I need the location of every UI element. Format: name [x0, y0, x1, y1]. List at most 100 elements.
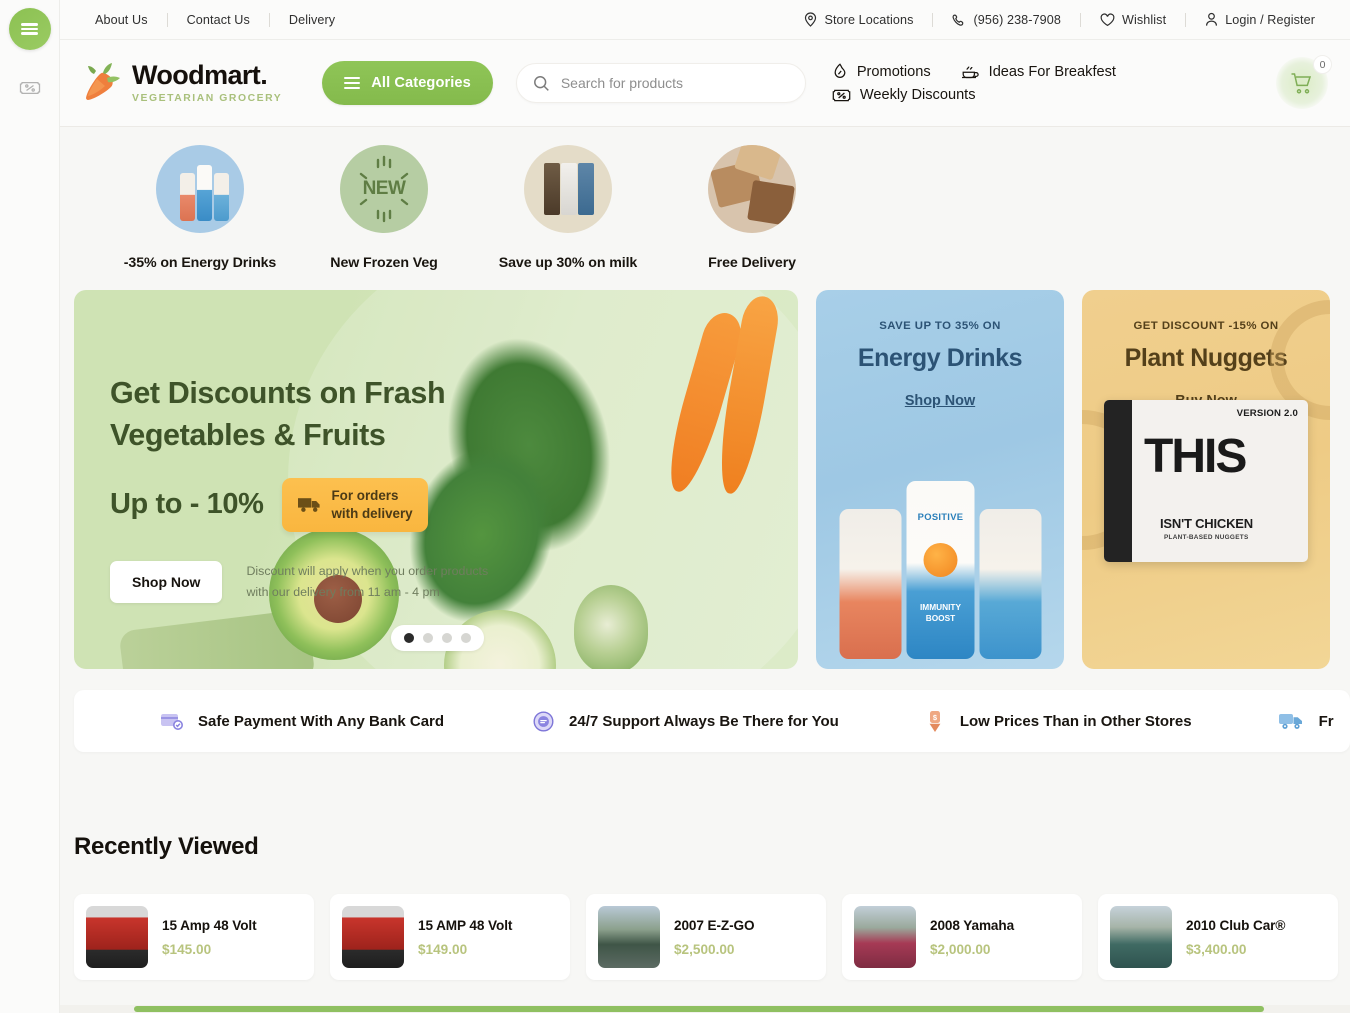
topbar-link-wishlist[interactable]: Wishlist — [1081, 13, 1185, 27]
pack-version-text: VERSION 2.0 — [1236, 408, 1298, 419]
hamburger-icon — [344, 75, 361, 92]
truck-icon — [297, 495, 322, 514]
product-name: 2008 Yamaha — [930, 917, 1015, 933]
carousel-dot-2[interactable] — [423, 633, 433, 643]
feature-safe-payment: Safe Payment With Any Bank Card — [160, 712, 444, 730]
hero-banner[interactable]: Get Discounts on Frash Vegetables & Frui… — [74, 290, 798, 669]
category-free-delivery[interactable]: Free Delivery — [660, 127, 844, 287]
product-price: $145.00 — [162, 941, 212, 957]
topbar-link-phone[interactable]: (956) 238-7908 — [933, 13, 1080, 27]
carousel-dots — [391, 625, 484, 651]
all-categories-button[interactable]: All Categories — [322, 61, 493, 105]
top-bar-left-links: About Us Contact Us Delivery — [76, 12, 354, 27]
horizontal-scrollbar-track[interactable] — [60, 1005, 1350, 1013]
features-strip: Safe Payment With Any Bank Card 24/7 Sup… — [74, 690, 1350, 752]
cart-icon — [1290, 72, 1314, 95]
can-center: POSITIVE IMMUNITY BOOST — [906, 481, 975, 659]
pack-subtitle: PLANT-BASED NUGGETS — [1164, 534, 1249, 541]
category-shortcuts: -35% on Energy Drinks NEW New Frozen Veg… — [60, 127, 1350, 287]
nav-label: Weekly Discounts — [859, 87, 976, 103]
product-price: $2,000.00 — [930, 941, 991, 957]
header-nav: Promotions Ideas For Breakfest Weekly Di… — [832, 63, 1252, 103]
left-rail — [0, 0, 60, 1013]
nav-promotions[interactable]: Promotions — [832, 63, 931, 80]
rail-menu-button[interactable] — [8, 8, 51, 50]
phone-icon — [952, 13, 966, 27]
category-label: Free Delivery — [708, 255, 796, 271]
nav-weekly-discounts[interactable]: Weekly Discounts — [832, 87, 976, 103]
product-name: 15 AMP 48 Volt — [418, 917, 513, 933]
site-logo[interactable]: Woodmart. VEGETARIAN GROCERY — [82, 61, 282, 105]
topbar-link-login-register[interactable]: Login / Register — [1186, 12, 1334, 27]
truck-icon — [1278, 711, 1304, 731]
list-item[interactable]: 2010 Club Car® $3,400.00 — [1098, 894, 1338, 980]
hero-cta-row: Shop Now Discount will apply when you or… — [110, 560, 530, 604]
hero-shop-now-button[interactable]: Shop Now — [110, 560, 223, 603]
can-fruit-art — [923, 543, 958, 577]
search-icon — [533, 75, 550, 92]
carousel-dot-4[interactable] — [461, 633, 471, 643]
logo-tagline: VEGETARIAN GROCERY — [132, 93, 283, 104]
category-label: -35% on Energy Drinks — [123, 255, 277, 271]
hero-heading: Get Discounts on Frash Vegetables & Frui… — [110, 372, 530, 456]
product-price: $3,400.00 — [1186, 941, 1247, 957]
logo-name: Woodmart. — [132, 60, 268, 90]
feature-label: Low Prices Than in Other Stores — [959, 712, 1192, 730]
product-thumbnail — [342, 906, 404, 968]
ticket-percent-icon — [832, 88, 851, 103]
topbar-link-about-us[interactable]: About Us — [76, 13, 167, 27]
category-image — [156, 145, 244, 233]
hero-note-line-2: with our delivery from 11 am - 4 pm — [246, 584, 440, 599]
topbar-link-delivery[interactable]: Delivery — [270, 13, 354, 27]
feature-low-prices: $ Low Prices Than in Other Stores — [925, 710, 1192, 733]
energy-drink-cans-image: POSITIVE IMMUNITY BOOST — [838, 479, 1043, 659]
carousel-dot-1[interactable] — [404, 633, 414, 643]
product-thumbnail — [1110, 906, 1172, 968]
topbar-link-contact-us[interactable]: Contact Us — [168, 13, 269, 27]
pack-side-panel — [1104, 400, 1132, 562]
banner-plant-nuggets[interactable]: GET DISCOUNT -15% ON Plant Nuggets Buy N… — [1082, 290, 1330, 669]
list-item[interactable]: 15 AMP 48 Volt $149.00 — [330, 894, 570, 980]
feature-support: 24/7 Support Always Be There for You — [533, 710, 839, 732]
recently-viewed-list: 15 Amp 48 Volt $145.00 15 AMP 48 Volt $1… — [74, 894, 1338, 980]
top-bar: About Us Contact Us Delivery Store Locat… — [60, 0, 1350, 40]
product-name: 2007 E-Z-GO — [674, 917, 755, 933]
topbar-link-store-locations[interactable]: Store Locations — [785, 12, 932, 27]
nav-label: Ideas For Breakfest — [988, 63, 1116, 80]
ticket-percent-icon[interactable] — [19, 80, 41, 96]
banner-energy-drinks[interactable]: SAVE UP TO 35% ON Energy Drinks Shop Now… — [816, 290, 1064, 669]
banner-shop-now-link[interactable]: Shop Now — [816, 393, 1064, 409]
feature-label: 24/7 Support Always Be There for You — [569, 712, 839, 730]
product-price: $149.00 — [418, 941, 468, 957]
hero-chip-line-1: For orders — [331, 488, 399, 504]
list-item[interactable]: 2008 Yamaha $2,000.00 — [842, 894, 1082, 980]
horizontal-scrollbar-thumb[interactable] — [134, 1006, 1264, 1012]
list-item[interactable]: 2007 E-Z-GO $2,500.00 — [586, 894, 826, 980]
banner-area: Get Discounts on Frash Vegetables & Frui… — [74, 290, 1336, 669]
top-bar-right-links: Store Locations (956) 238-7908 Wishlist … — [785, 12, 1334, 27]
category-energy-drinks[interactable]: -35% on Energy Drinks — [108, 127, 292, 287]
nav-ideas-for-breakfest[interactable]: Ideas For Breakfest — [961, 63, 1116, 80]
hero-heading-line-1: Get Discounts on Frash — [110, 376, 446, 410]
support-chat-icon — [533, 710, 554, 732]
hero-note-line-1: Discount will apply when you order produ… — [246, 563, 489, 578]
cart-button[interactable]: 0 — [1276, 55, 1332, 109]
category-new-frozen-veg[interactable]: NEW New Frozen Veg — [292, 127, 476, 287]
hero-note: Discount will apply when you order produ… — [246, 561, 488, 604]
list-item[interactable]: 15 Amp 48 Volt $145.00 — [74, 894, 314, 980]
map-pin-icon — [804, 12, 817, 27]
breakfast-icon — [961, 63, 980, 80]
can-claim: IMMUNITY BOOST — [919, 602, 962, 623]
plant-nuggets-pack-image: VERSION 2.0 THIS ISN'T CHICKEN PLANT-BAS… — [1104, 400, 1308, 562]
feature-label: Safe Payment With Any Bank Card — [198, 712, 445, 730]
cart-count-badge: 0 — [1313, 55, 1332, 74]
nav-label: Promotions — [856, 63, 931, 80]
topbar-link-label: (956) 238-7908 — [973, 12, 1061, 27]
search-box[interactable] — [515, 63, 806, 103]
category-milk[interactable]: Save up 30% on milk — [476, 127, 660, 287]
carousel-dot-3[interactable] — [442, 633, 452, 643]
search-input[interactable] — [560, 75, 789, 91]
feature-label: Fr — [1318, 712, 1334, 730]
hero-chip-text: For orders with delivery — [332, 487, 413, 522]
product-thumbnail — [854, 906, 916, 968]
